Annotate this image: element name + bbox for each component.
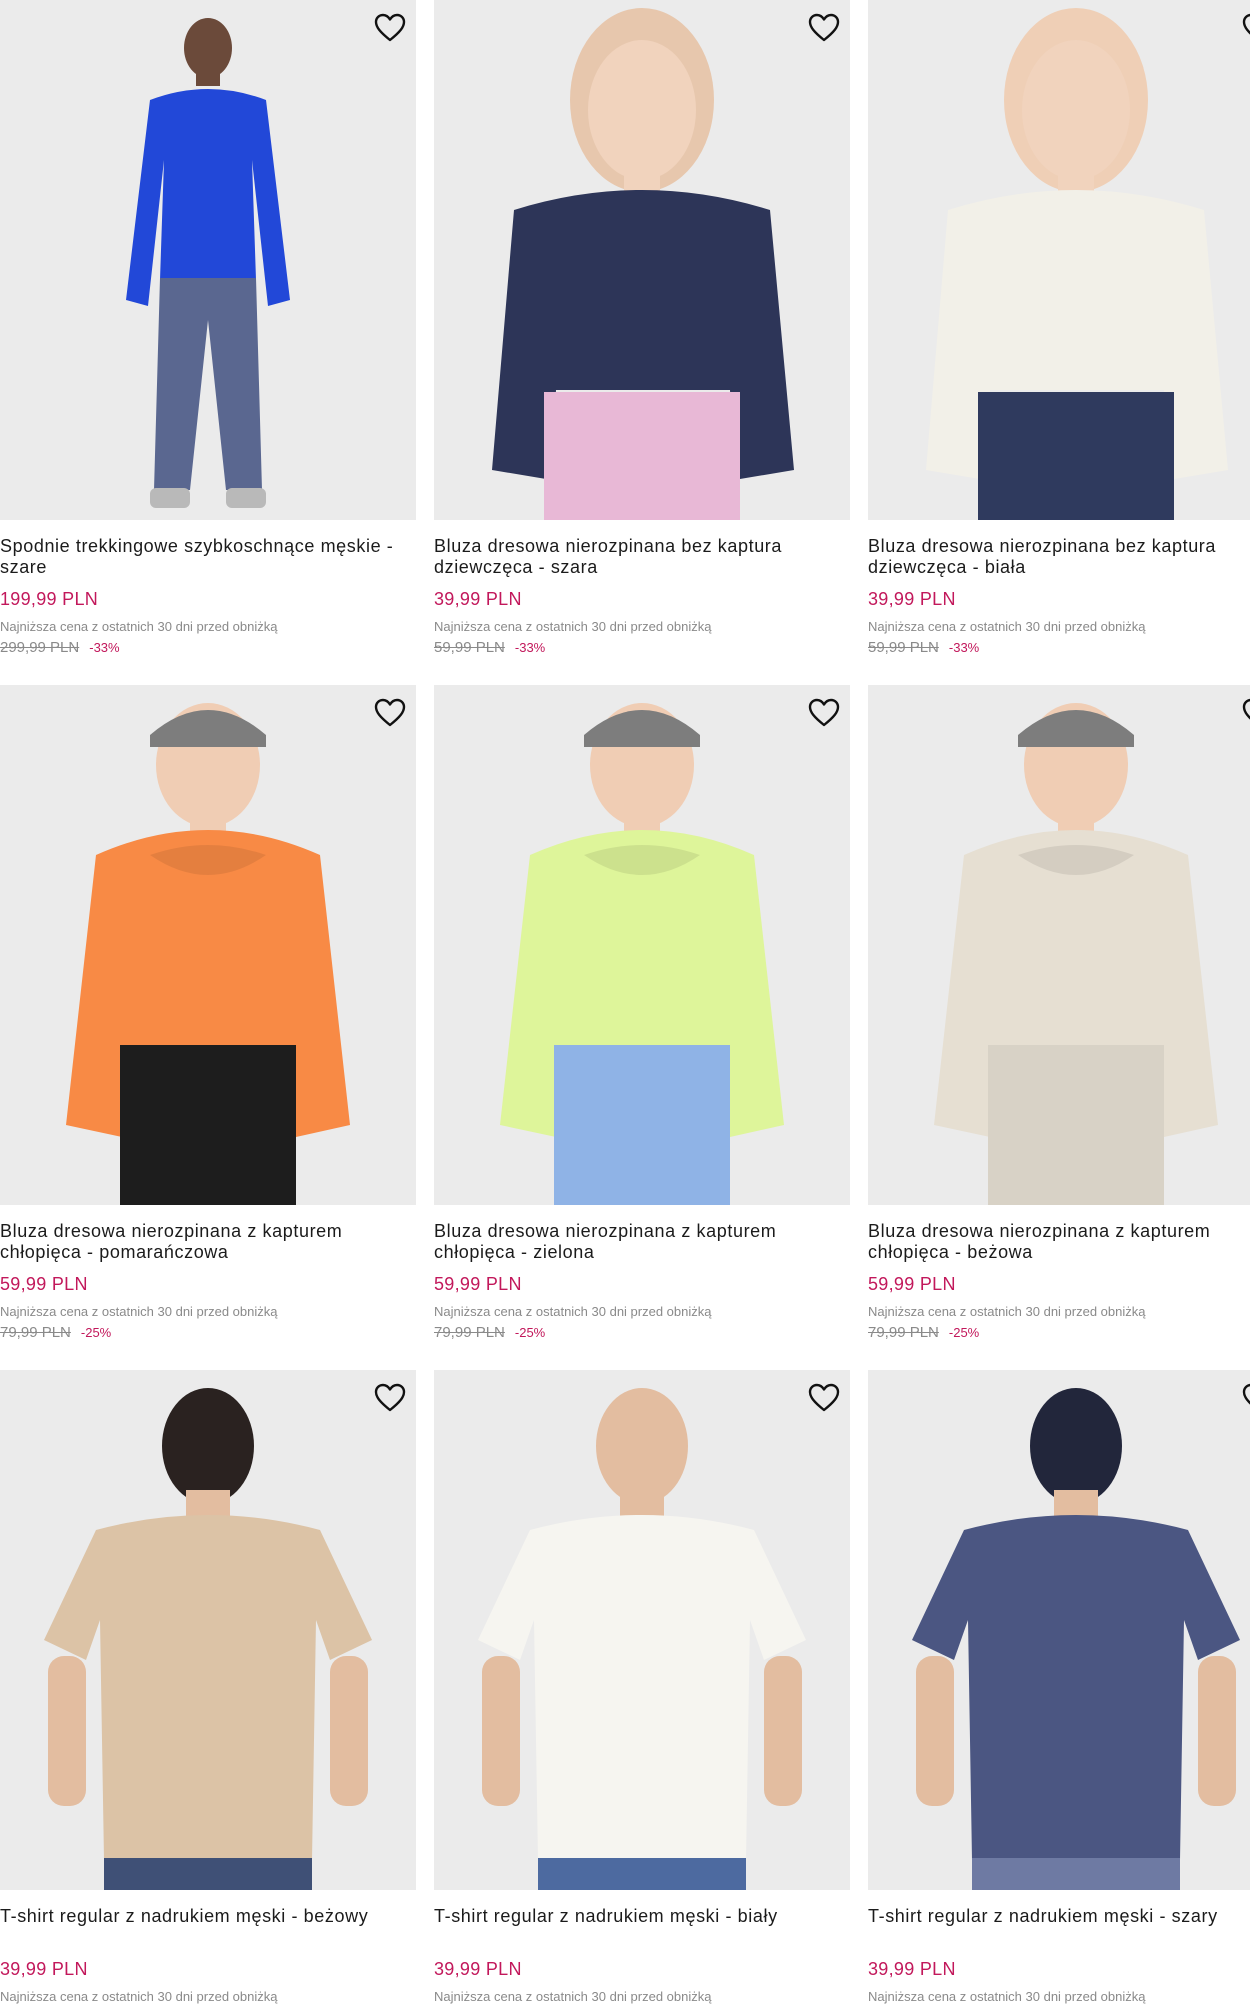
product-title[interactable]: Bluza dresowa nierozpinana z kapturem ch… — [868, 1221, 1250, 1263]
product-card[interactable]: T-shirt regular z nadrukiem męski - szar… — [868, 1370, 1250, 2005]
product-price: 39,99 PLN — [434, 1959, 522, 1979]
heart-icon[interactable] — [372, 695, 408, 731]
lowest-price-note: Najniższa cena z ostatnich 30 dni przed … — [868, 1304, 1146, 1319]
old-price: 79,99 PLN — [0, 1324, 71, 1341]
product-card[interactable]: Bluza dresowa nierozpinana z kapturem ch… — [434, 685, 850, 1342]
old-price: 79,99 PLN — [868, 1324, 939, 1341]
product-price: 39,99 PLN — [868, 589, 956, 609]
lowest-price-note: Najniższa cena z ostatnich 30 dni przed … — [434, 619, 712, 634]
product-image[interactable] — [0, 0, 416, 520]
product-card[interactable]: Spodnie trekkingowe szybkoschnące męskie… — [0, 0, 416, 657]
product-title[interactable]: Bluza dresowa nierozpinana z kapturem ch… — [434, 1221, 850, 1263]
product-card[interactable]: Bluza dresowa nierozpinana bez kaptura d… — [868, 0, 1250, 657]
old-price-row: 59,99 PLN -33% — [434, 639, 850, 657]
old-price: 59,99 PLN — [434, 639, 505, 656]
old-price-row: 299,99 PLN -33% — [0, 639, 416, 657]
heart-icon[interactable] — [806, 695, 842, 731]
product-image[interactable] — [434, 1370, 850, 1890]
product-title[interactable]: Bluza dresowa nierozpinana bez kaptura d… — [434, 536, 850, 578]
lowest-price-note: Najniższa cena z ostatnich 30 dni przed … — [0, 1989, 278, 2004]
product-price: 39,99 PLN — [868, 1959, 956, 1979]
heart-icon[interactable] — [1240, 10, 1250, 46]
discount-badge: -25% — [514, 1325, 546, 1340]
lowest-price-note: Najniższa cena z ostatnich 30 dni przed … — [434, 1989, 712, 2004]
lowest-price-note: Najniższa cena z ostatnich 30 dni przed … — [434, 1304, 712, 1319]
discount-badge: -25% — [948, 1325, 980, 1340]
product-price: 199,99 PLN — [0, 589, 99, 609]
product-image[interactable] — [434, 0, 850, 520]
product-image[interactable] — [868, 685, 1250, 1205]
product-card[interactable]: Bluza dresowa nierozpinana z kapturem ch… — [0, 685, 416, 1342]
product-card[interactable]: T-shirt regular z nadrukiem męski - biał… — [434, 1370, 850, 2005]
old-price-row: 79,99 PLN -25% — [868, 1324, 1250, 1342]
discount-badge: -33% — [89, 640, 120, 655]
product-title[interactable]: T-shirt regular z nadrukiem męski - biał… — [434, 1906, 850, 1948]
product-price: 59,99 PLN — [868, 1274, 956, 1294]
product-title[interactable]: T-shirt regular z nadrukiem męski - szar… — [868, 1906, 1250, 1948]
old-price-row: 79,99 PLN -25% — [434, 1324, 850, 1342]
lowest-price-note: Najniższa cena z ostatnich 30 dni przed … — [0, 1304, 278, 1319]
product-grid: Spodnie trekkingowe szybkoschnące męskie… — [0, 0, 1250, 2004]
lowest-price-note: Najniższa cena z ostatnich 30 dni przed … — [868, 619, 1146, 634]
product-image[interactable] — [0, 685, 416, 1205]
product-title[interactable]: Bluza dresowa nierozpinana z kapturem ch… — [0, 1221, 416, 1263]
product-image[interactable] — [434, 685, 850, 1205]
product-price: 39,99 PLN — [434, 589, 522, 609]
heart-icon[interactable] — [1240, 1380, 1250, 1416]
lowest-price-note: Najniższa cena z ostatnich 30 dni przed … — [868, 1989, 1146, 2004]
old-price-row: 79,99 PLN -25% — [0, 1324, 416, 1342]
product-card[interactable]: T-shirt regular z nadrukiem męski - beżo… — [0, 1370, 416, 2005]
product-card[interactable]: Bluza dresowa nierozpinana z kapturem ch… — [868, 685, 1250, 1342]
old-price: 59,99 PLN — [868, 639, 939, 656]
heart-icon[interactable] — [372, 10, 408, 46]
discount-badge: -25% — [80, 1325, 112, 1340]
product-card[interactable]: Bluza dresowa nierozpinana bez kaptura d… — [434, 0, 850, 657]
old-price: 299,99 PLN — [0, 639, 80, 656]
heart-icon[interactable] — [806, 1380, 842, 1416]
heart-icon[interactable] — [1240, 695, 1250, 731]
product-title[interactable]: T-shirt regular z nadrukiem męski - beżo… — [0, 1906, 416, 1948]
old-price: 79,99 PLN — [434, 1324, 505, 1341]
product-image[interactable] — [868, 1370, 1250, 1890]
lowest-price-note: Najniższa cena z ostatnich 30 dni przed … — [0, 619, 278, 634]
discount-badge: -33% — [948, 640, 980, 655]
discount-badge: -33% — [514, 640, 546, 655]
product-title[interactable]: Bluza dresowa nierozpinana bez kaptura d… — [868, 536, 1250, 578]
product-title[interactable]: Spodnie trekkingowe szybkoschnące męskie… — [0, 536, 416, 578]
product-price: 59,99 PLN — [434, 1274, 522, 1294]
product-image[interactable] — [868, 0, 1250, 520]
product-image[interactable] — [0, 1370, 416, 1890]
old-price-row: 59,99 PLN -33% — [868, 639, 1250, 657]
product-price: 39,99 PLN — [0, 1959, 88, 1979]
heart-icon[interactable] — [372, 1380, 408, 1416]
heart-icon[interactable] — [806, 10, 842, 46]
product-price: 59,99 PLN — [0, 1274, 88, 1294]
